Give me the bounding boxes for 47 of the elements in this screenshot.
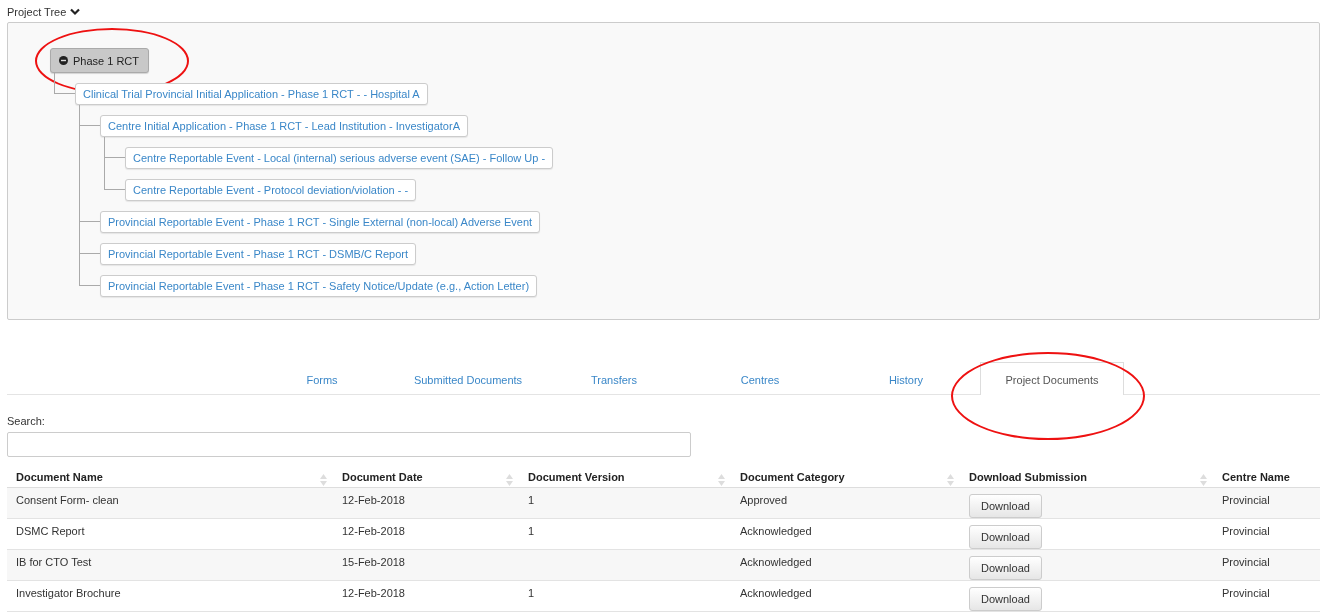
table-cell: 1 (528, 587, 535, 599)
table-cell: Approved (740, 494, 788, 506)
tree-node-link[interactable]: Centre Reportable Event - Local (internal) serious adverse event (SAE) - Follow Up - (125, 147, 554, 169)
tab[interactable]: Submitted Documents (396, 362, 540, 394)
search-label: Search: (7, 415, 46, 427)
search-field[interactable] (7, 432, 691, 457)
table-cell: Acknowledged (740, 587, 812, 599)
tree-node-link[interactable]: Centre Initial Application - Phase 1 RCT - Lead Institution - InvestigatorA (100, 115, 468, 137)
column-header[interactable]: Document Category (740, 471, 845, 483)
table-cell: DSMC Report (16, 525, 85, 537)
table-cell: 12-Feb-2018 (342, 494, 405, 506)
tab[interactable]: Forms (250, 362, 394, 394)
tree-node-link[interactable]: Provincial Reportable Event - Phase 1 RCT - Single External (non-local) Adverse Event (100, 211, 541, 233)
column-header[interactable]: Document Name (16, 471, 103, 483)
table-cell: 15-Feb-2018 (342, 556, 405, 568)
tree-root-node[interactable]: Phase 1 RCT (50, 48, 150, 73)
table-cell: 1 (528, 494, 535, 506)
table-cell: Provincial (1222, 525, 1270, 537)
download-button[interactable]: Download (969, 494, 1042, 518)
table-cell: 12-Feb-2018 (342, 525, 405, 537)
tab[interactable]: Transfers (542, 362, 686, 394)
download-button[interactable]: Download (969, 587, 1042, 611)
table-cell: Acknowledged (740, 556, 812, 568)
table-cell: IB for CTO Test (16, 556, 92, 568)
tree-node-link[interactable]: Provincial Reportable Event - Phase 1 RCT - DSMB/C Report (100, 243, 416, 265)
table-cell: Provincial (1222, 587, 1270, 599)
column-header[interactable]: Document Date (342, 471, 423, 483)
download-button[interactable]: Download (969, 556, 1042, 580)
table-cell: Investigator Brochure (16, 587, 121, 599)
table-cell: Acknowledged (740, 525, 812, 537)
tab[interactable]: Centres (688, 362, 832, 394)
table-cell: 12-Feb-2018 (342, 587, 405, 599)
tab[interactable]: Project Documents (980, 362, 1124, 395)
download-button[interactable]: Download (969, 525, 1042, 549)
column-header[interactable]: Download Submission (969, 471, 1087, 483)
column-header[interactable]: Document Version (528, 471, 625, 483)
tree-node-link[interactable]: Centre Reportable Event - Protocol deviation/violation - - (125, 179, 417, 201)
tab[interactable]: History (834, 362, 978, 394)
column-header[interactable]: Centre Name (1222, 471, 1290, 483)
minus-circle-icon (59, 56, 68, 65)
table-cell: 1 (528, 525, 535, 537)
section-label[interactable]: Project Tree (7, 6, 67, 18)
tree-node-link[interactable]: Provincial Reportable Event - Phase 1 RCT - Safety Notice/Update (e.g., Action Letter) (100, 275, 538, 297)
table-cell: Consent Form- clean (16, 494, 119, 506)
table-cell: Provincial (1222, 494, 1270, 506)
tree-node-link[interactable]: Clinical Trial Provincial Initial Application - Phase 1 RCT - - Hospital A (75, 83, 428, 105)
table-cell: Provincial (1222, 556, 1270, 568)
